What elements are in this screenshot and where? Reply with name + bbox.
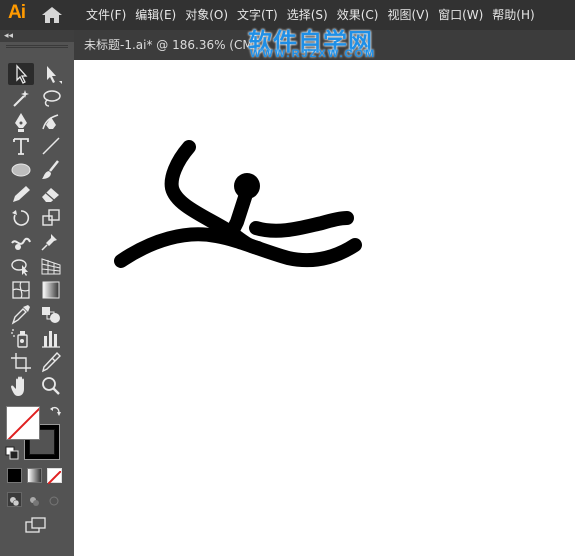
symbol-sprayer-tool-icon[interactable]	[8, 327, 34, 349]
direct-selection-tool-icon[interactable]	[38, 63, 64, 85]
column-graph-tool-icon[interactable]	[38, 327, 64, 349]
slice-tool-icon[interactable]	[38, 351, 64, 373]
screen-mode-icon[interactable]	[23, 515, 49, 537]
tools-panel-header[interactable]: ◂◂	[0, 30, 74, 42]
fill-color-swatch[interactable]	[6, 406, 40, 440]
blend-tool-icon[interactable]	[38, 303, 64, 325]
collapse-icon[interactable]: ◂◂	[4, 30, 13, 42]
artwork-head	[234, 173, 260, 199]
home-icon[interactable]	[41, 6, 63, 24]
panel-grip[interactable]	[6, 45, 68, 48]
artboard-tool-icon[interactable]	[8, 351, 34, 373]
menu-window[interactable]: 窗口(W)	[434, 0, 487, 30]
menu-view[interactable]: 视图(V)	[383, 0, 433, 30]
hand-tool-icon[interactable]	[8, 375, 34, 397]
shape-builder-tool-icon[interactable]	[8, 255, 34, 277]
mesh-tool-icon[interactable]	[8, 279, 34, 301]
artwork-body-stroke	[114, 227, 362, 268]
rotate-tool-icon[interactable]	[8, 207, 34, 229]
type-tool-icon[interactable]	[8, 135, 34, 157]
none-mode-slash-icon	[47, 470, 62, 485]
perspective-grid-tool-icon[interactable]	[38, 255, 64, 277]
gradient-tool-icon[interactable]	[38, 279, 64, 301]
pen-tool-icon[interactable]	[8, 111, 34, 133]
none-mode-button[interactable]	[47, 468, 62, 485]
curvature-tool-icon[interactable]	[38, 111, 64, 133]
artwork	[114, 140, 362, 268]
puppet-warp-tool-icon[interactable]	[38, 231, 64, 253]
zoom-tool-icon[interactable]	[38, 375, 64, 397]
default-fill-stroke-icon[interactable]	[5, 445, 19, 460]
menu-object[interactable]: 对象(O)	[181, 0, 232, 30]
swap-fill-stroke-icon[interactable]	[48, 404, 62, 418]
eraser-tool-icon[interactable]	[38, 183, 64, 205]
artboard-canvas[interactable]	[74, 60, 575, 556]
watermark-url: WWW.RJZXW.COM	[250, 48, 377, 60]
draw-behind-icon[interactable]	[27, 492, 42, 507]
scale-tool-icon[interactable]	[38, 207, 64, 229]
tools-panel: ◂◂	[0, 30, 74, 556]
warp-tool-icon[interactable]	[8, 231, 34, 253]
draw-inside-icon[interactable]	[47, 492, 62, 507]
color-mode-button[interactable]	[7, 468, 22, 483]
artwork-leg-stroke	[249, 211, 354, 238]
ellipse-tool-icon[interactable]	[8, 159, 34, 181]
paintbrush-tool-icon[interactable]	[38, 159, 64, 181]
menu-help[interactable]: 帮助(H)	[488, 0, 538, 30]
pencil-tool-icon[interactable]	[8, 183, 34, 205]
gradient-mode-button[interactable]	[27, 468, 42, 483]
menu-file[interactable]: 文件(F)	[82, 0, 130, 30]
selection-tool-icon[interactable]	[8, 63, 34, 85]
app-logo: Ai	[8, 2, 26, 23]
menu-edit[interactable]: 编辑(E)	[131, 0, 180, 30]
eyedropper-tool-icon[interactable]	[8, 303, 34, 325]
none-slash-icon	[7, 407, 39, 439]
magic-wand-tool-icon[interactable]	[8, 87, 34, 109]
lasso-tool-icon[interactable]	[38, 87, 64, 109]
line-segment-tool-icon[interactable]	[38, 135, 64, 157]
draw-normal-icon[interactable]	[7, 492, 22, 507]
